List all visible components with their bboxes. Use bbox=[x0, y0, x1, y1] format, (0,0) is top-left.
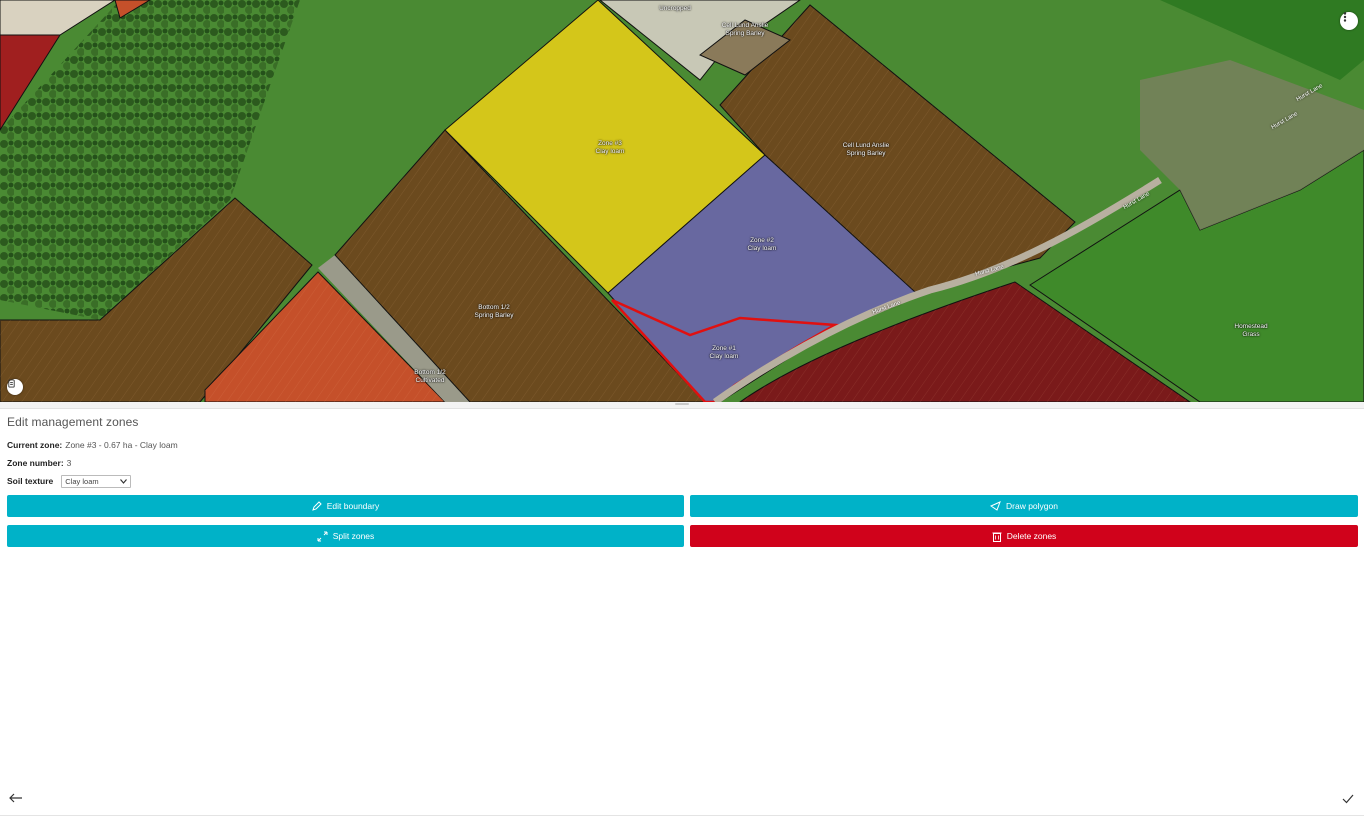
panel-title: Edit management zones bbox=[7, 415, 139, 429]
map-view[interactable]: Zone #3 Clay loam Zone #2 Clay loam Zone #… bbox=[0, 0, 1364, 402]
more-vertical-icon bbox=[1343, 12, 1347, 22]
current-zone-row: Current zone: Zone #3 - 0.67 ha - Clay l… bbox=[7, 436, 1358, 454]
soil-texture-row: Soil texture Clay loam bbox=[7, 472, 1358, 490]
map-canvas[interactable] bbox=[0, 0, 1364, 402]
current-zone-label: Current zone: bbox=[7, 440, 63, 450]
pencil-icon bbox=[311, 501, 322, 511]
edit-zones-panel: Edit management zones Current zone: Zone… bbox=[7, 415, 1358, 547]
confirm-button[interactable] bbox=[1342, 791, 1354, 809]
split-icon bbox=[317, 531, 328, 541]
back-button[interactable] bbox=[9, 791, 23, 809]
delete-zones-button[interactable]: Delete zones bbox=[690, 525, 1358, 547]
split-zones-label: Split zones bbox=[332, 531, 375, 541]
soil-texture-select[interactable]: Clay loam bbox=[61, 474, 132, 488]
zone-number-value: 3 bbox=[66, 458, 72, 468]
polygon-icon bbox=[990, 501, 1001, 511]
map-layers-button[interactable] bbox=[7, 379, 23, 395]
edit-boundary-label: Edit boundary bbox=[326, 501, 380, 511]
trash-icon bbox=[992, 532, 1002, 542]
delete-zones-label: Delete zones bbox=[1006, 531, 1057, 541]
check-icon bbox=[1342, 794, 1354, 804]
soil-texture-label: Soil texture bbox=[7, 476, 54, 486]
map-menu-button[interactable] bbox=[1340, 12, 1358, 30]
zone-number-label: Zone number: bbox=[7, 458, 64, 468]
split-zones-button[interactable]: Split zones bbox=[7, 525, 684, 547]
arrow-left-icon bbox=[9, 793, 22, 803]
panel-resize-handle[interactable] bbox=[0, 402, 1364, 409]
draw-polygon-button[interactable]: Draw polygon bbox=[690, 495, 1358, 517]
current-zone-value: Zone #3 - 0.67 ha - Clay loam bbox=[65, 440, 178, 450]
bottom-bar bbox=[0, 785, 1364, 816]
edit-boundary-button[interactable]: Edit boundary bbox=[7, 495, 684, 517]
zone-number-row: Zone number: 3 bbox=[7, 454, 1358, 472]
layers-icon bbox=[8, 379, 15, 388]
chevron-down-icon bbox=[120, 478, 128, 484]
draw-polygon-label: Draw polygon bbox=[1006, 501, 1058, 511]
soil-texture-value: Clay loam bbox=[65, 476, 99, 486]
